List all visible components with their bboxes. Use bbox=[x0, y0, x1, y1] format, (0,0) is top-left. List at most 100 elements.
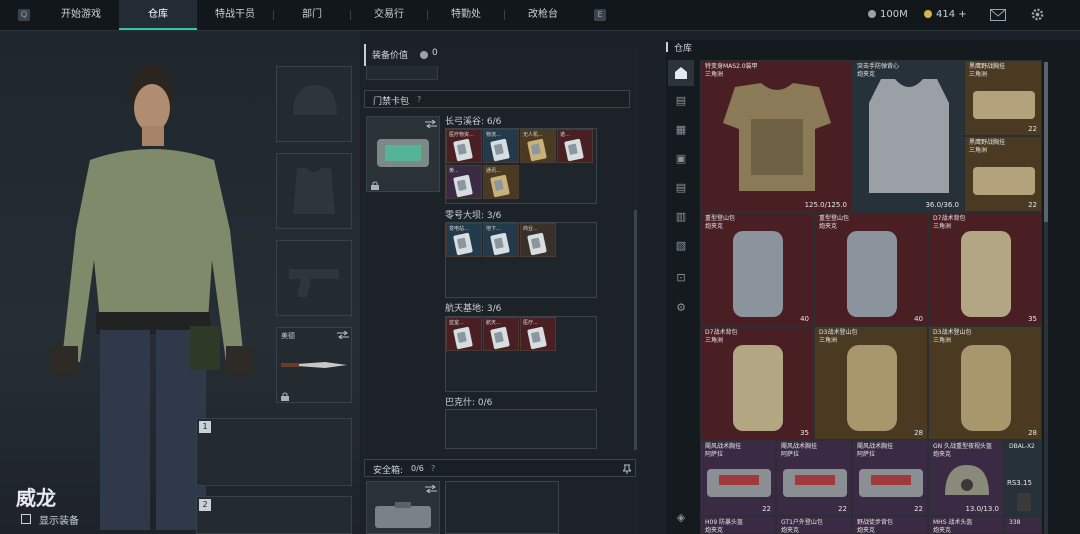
category-medical-icon[interactable]: ▥ bbox=[670, 206, 692, 228]
category-backpack-icon[interactable]: ▤ bbox=[670, 177, 692, 199]
melee-slot[interactable]: 美德 bbox=[276, 327, 352, 403]
keycard-item[interactable]: 航天... bbox=[483, 317, 519, 351]
keycard-icon bbox=[453, 326, 473, 350]
safe-box-label: 安全箱: bbox=[373, 466, 404, 476]
currency-value: 100M bbox=[880, 9, 908, 20]
backpack-icon bbox=[961, 231, 1011, 317]
top-nav-bar: Q 开始游戏 仓库 特战干员 部门 交易行 特勤处 改枪台 E 100M 414… bbox=[0, 0, 1080, 31]
weapon-slot-2[interactable]: 2 bbox=[196, 496, 352, 534]
pistol-slot[interactable] bbox=[276, 240, 352, 316]
keycard-label: 黄... bbox=[449, 168, 459, 174]
item-name: DBAL-X2 bbox=[1009, 443, 1035, 450]
keycard-item[interactable]: 诺... bbox=[557, 129, 593, 163]
warehouse-item[interactable]: D7战术背包 三角洲 35 bbox=[928, 212, 1042, 326]
keycard-item[interactable]: 医疗物资... bbox=[446, 129, 482, 163]
keycard-icon bbox=[564, 138, 584, 162]
warehouse-item[interactable]: H09 防暴头盔 炮夹克 bbox=[700, 516, 776, 534]
keycard-item[interactable]: 医疗... bbox=[520, 317, 556, 351]
helmet-placeholder-icon bbox=[293, 85, 337, 115]
tab-start-game[interactable]: 开始游戏 bbox=[44, 0, 118, 30]
keycard-item[interactable]: 物流... bbox=[483, 129, 519, 163]
tab-special-service[interactable]: 特勤处 bbox=[428, 0, 504, 30]
lock-icon[interactable]: ⊡ bbox=[670, 267, 692, 289]
silver-coin-icon bbox=[420, 51, 428, 59]
helmet-slot[interactable] bbox=[276, 66, 352, 142]
keycard-item[interactable]: 变电站... bbox=[446, 223, 482, 257]
knife-icon bbox=[281, 362, 347, 368]
backpack-icon bbox=[961, 345, 1011, 431]
warehouse-item[interactable]: 338 bbox=[1004, 516, 1042, 534]
warehouse-item[interactable]: 飓风战术胸挂 阿萨拉 22 bbox=[776, 440, 852, 516]
keycard-label: 医疗物资... bbox=[449, 132, 474, 138]
keycard-item[interactable]: 无人机... bbox=[520, 129, 556, 163]
tab-operators[interactable]: 特战干员 bbox=[198, 0, 272, 30]
warehouse-item[interactable]: MHS 战术头盔 炮夹克 bbox=[928, 516, 1004, 534]
storage-stack-icon[interactable]: ◈ bbox=[670, 507, 692, 529]
keycard-item[interactable]: 商业... bbox=[520, 223, 556, 257]
armor-placeholder-icon bbox=[293, 168, 335, 214]
currency-coupons[interactable]: 414 + bbox=[924, 0, 967, 30]
safe-box-header: 安全箱: 0/6 ? bbox=[364, 459, 636, 477]
section-title: 长弓溪谷: 6/6 bbox=[445, 117, 502, 127]
swap-icon[interactable] bbox=[337, 331, 349, 339]
item-name: 黑鹰野战胸挂 三角洲 bbox=[969, 63, 1006, 78]
lock-icon bbox=[371, 181, 379, 190]
warehouse-item[interactable]: DBAL-X2 RS3.15 bbox=[1004, 440, 1042, 516]
pin-icon[interactable] bbox=[623, 464, 631, 474]
keycard-label: 物流... bbox=[486, 132, 501, 138]
warehouse-item[interactable]: 黑鹰野战胸挂 三角洲 22 bbox=[964, 60, 1042, 136]
swap-icon[interactable] bbox=[425, 120, 437, 128]
middle-scrollbar[interactable] bbox=[634, 210, 637, 450]
warehouse-item[interactable]: 飓风战术胸挂 阿萨拉 22 bbox=[852, 440, 928, 516]
warehouse-item[interactable]: D3战术登山包 三角洲 28 bbox=[814, 326, 928, 440]
gear-icon[interactable] bbox=[1030, 7, 1045, 22]
item-tag: RS3.15 bbox=[1007, 479, 1032, 487]
swap-icon[interactable] bbox=[425, 485, 437, 493]
currency-havoc: 100M bbox=[868, 0, 908, 30]
keycard-item[interactable]: 通讯... bbox=[483, 165, 519, 199]
keycard-label: 蓝室... bbox=[449, 320, 464, 326]
warehouse-item[interactable]: 特变身MAS2.0装甲 三角洲 125.0/125.0 bbox=[700, 60, 852, 212]
help-icon[interactable]: ? bbox=[417, 95, 421, 104]
settings-icon[interactable]: ⚙ bbox=[670, 297, 692, 319]
warehouse-scrollbar-track[interactable] bbox=[1044, 62, 1048, 534]
prev-tab-key[interactable]: Q bbox=[18, 9, 30, 21]
safe-box-slot[interactable] bbox=[366, 481, 440, 534]
mail-icon[interactable] bbox=[990, 9, 1006, 21]
gold-coin-icon bbox=[924, 10, 932, 18]
warehouse-scrollbar-thumb[interactable] bbox=[1044, 62, 1048, 222]
warehouse-item[interactable]: 突击手防弹背心 炮夹克 36.0/36.0 bbox=[852, 60, 964, 212]
show-gear-checkbox[interactable] bbox=[21, 514, 31, 524]
keycard-item[interactable]: 蓝室... bbox=[446, 317, 482, 351]
category-helmet-icon[interactable]: ▣ bbox=[670, 148, 692, 170]
warehouse-item[interactable]: 野战徒步背包 炮夹克 bbox=[852, 516, 928, 534]
backpack-icon bbox=[847, 231, 897, 317]
keycard-pack-slot[interactable] bbox=[366, 116, 440, 192]
warehouse-item[interactable]: GT1户外登山包 炮夹克 bbox=[776, 516, 852, 534]
item-name: MHS 战术头盔 炮夹克 bbox=[933, 519, 973, 534]
weapon-slot-1[interactable]: 1 bbox=[196, 418, 352, 486]
tab-department[interactable]: 部门 bbox=[274, 0, 350, 30]
silver-coin-icon bbox=[868, 10, 876, 18]
category-weapons-icon[interactable]: ▤ bbox=[670, 90, 692, 112]
help-icon[interactable]: ? bbox=[431, 464, 435, 473]
keycard-icon bbox=[527, 138, 547, 162]
warehouse-item[interactable]: 重型登山包 炮夹克 40 bbox=[700, 212, 814, 326]
warehouse-item[interactable]: 黑鹰野战胸挂 三角洲 22 bbox=[964, 136, 1042, 212]
category-all-tab[interactable] bbox=[668, 60, 694, 86]
tab-trading[interactable]: 交易行 bbox=[351, 0, 427, 30]
safe-box-count: 0/6 bbox=[411, 464, 424, 473]
tab-warehouse[interactable]: 仓库 bbox=[119, 0, 197, 30]
tab-gunsmith[interactable]: 改枪台 bbox=[505, 0, 581, 30]
warehouse-item[interactable]: D3战术登山包 三角洲 28 bbox=[928, 326, 1042, 440]
category-armor-icon[interactable]: ▦ bbox=[670, 119, 692, 141]
warehouse-item[interactable]: D7战术背包 三角洲 35 bbox=[700, 326, 814, 440]
warehouse-item[interactable]: 飓风战术胸挂 阿萨拉 22 bbox=[700, 440, 776, 516]
next-tab-key[interactable]: E bbox=[594, 9, 606, 21]
armor-slot[interactable] bbox=[276, 153, 352, 229]
keycard-item[interactable]: 黄... bbox=[446, 165, 482, 199]
keycard-item[interactable]: 地下... bbox=[483, 223, 519, 257]
category-ammo-icon[interactable]: ▧ bbox=[670, 235, 692, 257]
warehouse-item[interactable]: 重型登山包 炮夹克 40 bbox=[814, 212, 928, 326]
warehouse-item[interactable]: GN 久战重型夜视头盔 炮夹克 13.0/13.0 bbox=[928, 440, 1004, 516]
